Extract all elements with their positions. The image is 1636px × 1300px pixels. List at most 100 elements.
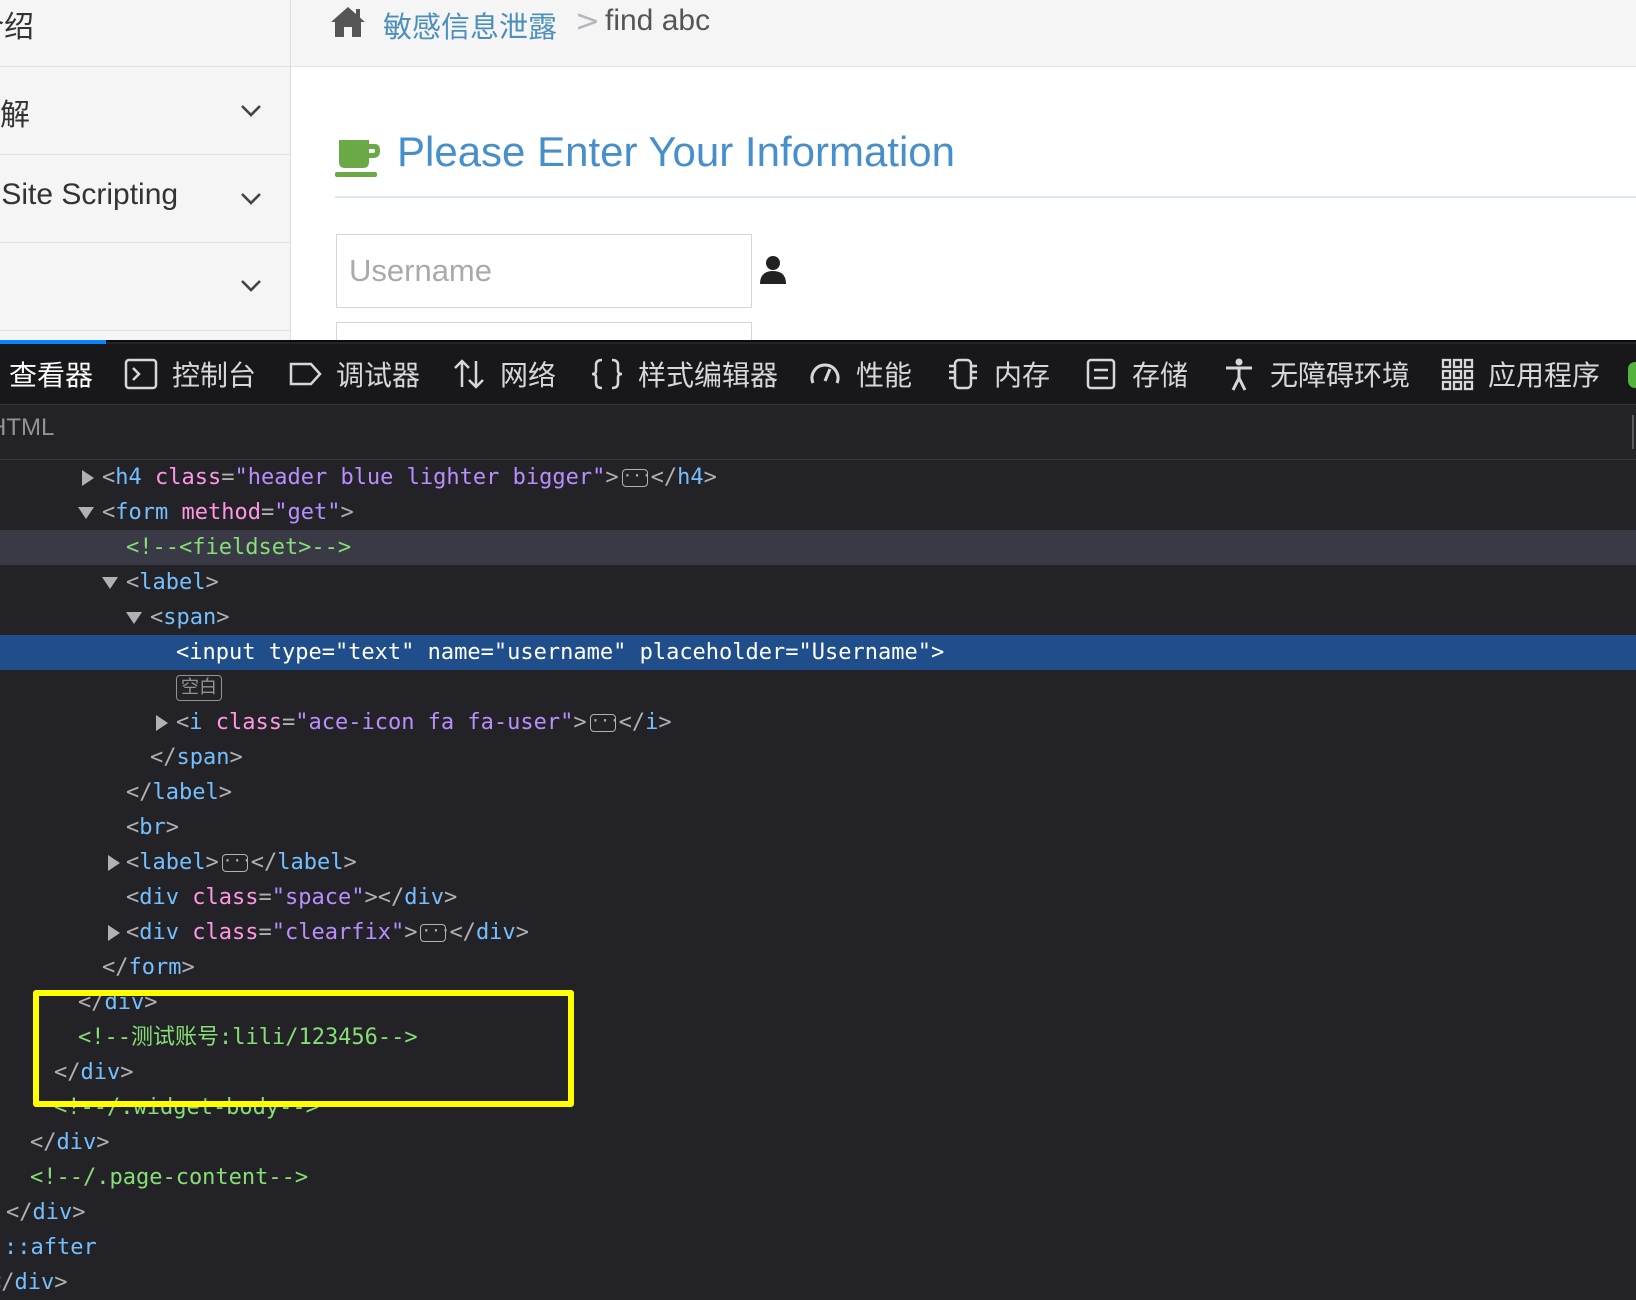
- performance-icon: [810, 363, 840, 384]
- tab-inspector[interactable]: 查看器: [9, 344, 93, 404]
- coffee-cup-icon: [335, 140, 380, 177]
- chevron-down-icon: [241, 105, 261, 117]
- attr-value: "space": [271, 885, 365, 910]
- tab-label: 网络: [500, 359, 557, 392]
- password-input[interactable]: [336, 322, 752, 340]
- sidebar: 介绍 破解 Cross-Site Scripting: [0, 0, 291, 340]
- tag-name: label: [139, 850, 206, 875]
- tab-console[interactable]: 控制台: [124, 344, 256, 404]
- collapse-toggle-icon[interactable]: [78, 507, 94, 519]
- collapsed-content-icon[interactable]: ···: [589, 713, 620, 732]
- highlight-annotation-box: [33, 990, 574, 1107]
- markup-node-div-space[interactable]: <div class="space"></div>: [0, 880, 1636, 915]
- markup-node-label[interactable]: <label>: [0, 565, 1636, 600]
- tab-network[interactable]: 网络: [452, 344, 556, 404]
- markup-node-h4[interactable]: <h4 class="header blue lighter bigger"> ·…: [0, 460, 1636, 495]
- attr-name: class: [215, 710, 282, 735]
- attr-name: class: [155, 465, 222, 490]
- sidebar-item-xss[interactable]: Cross-Site Scripting: [0, 154, 290, 243]
- panel-divider: [1632, 415, 1634, 449]
- tab-application[interactable]: 应用程序: [1440, 344, 1600, 404]
- markup-node-span-close[interactable]: </span>: [0, 740, 1636, 775]
- markup-node-div-clearfix[interactable]: <div class="clearfix"> ···</div>: [0, 915, 1636, 950]
- tag-name: span: [163, 605, 217, 630]
- chevron-down-icon: [241, 193, 261, 205]
- page-header: Please Enter Your Information: [335, 128, 1636, 198]
- inspector-search-bar[interactable]: HTML: [0, 405, 1636, 460]
- tab-storage[interactable]: 存储: [1084, 344, 1188, 404]
- markup-node-form[interactable]: <form method="get">: [0, 495, 1636, 530]
- devtools-panel: 查看器 控制台 调试器 网络 样式编辑器 性能 内存 存储 无障碍环境 应用程序…: [0, 340, 1636, 1300]
- tag-name: label: [152, 780, 219, 805]
- storage-icon: [1086, 358, 1116, 390]
- markup-node-label-2[interactable]: <label> ···</label>: [0, 845, 1636, 880]
- sidebar-item-label: 破解: [0, 99, 30, 132]
- breadcrumb-separator: >: [575, 4, 601, 39]
- tag-name: div: [475, 920, 516, 945]
- markup-node-br[interactable]: <br>: [0, 810, 1636, 845]
- markup-view: <h4 class="header blue lighter bigger"> ·…: [0, 460, 1636, 1300]
- markup-node-div-close[interactable]: </div>: [0, 1265, 1636, 1300]
- attr-value: "clearfix": [271, 920, 405, 945]
- collapsed-content-icon[interactable]: ···: [621, 468, 652, 487]
- sidebar-item-crack[interactable]: 破解: [0, 66, 290, 155]
- tag-name: div: [139, 920, 179, 945]
- markup-node-input-selected[interactable]: <input type="text" name="username" place…: [0, 635, 1636, 670]
- expand-toggle-icon[interactable]: [156, 715, 168, 731]
- tab-style-editor[interactable]: 样式编辑器: [590, 344, 778, 404]
- user-icon: [760, 256, 786, 284]
- pseudo-element: ::after: [4, 1235, 97, 1260]
- expand-toggle-icon[interactable]: [82, 470, 94, 486]
- breadcrumb-link[interactable]: 敏感信息泄露: [383, 4, 557, 46]
- webpage-viewport: 介绍 破解 Cross-Site Scripting 敏感信息泄露 > find…: [0, 0, 1636, 340]
- tag-name: i: [189, 710, 203, 735]
- markup-node-div-close[interactable]: </div>: [0, 1195, 1636, 1230]
- page-title: Please Enter Your Information: [397, 128, 956, 175]
- tab-memory[interactable]: 内存: [946, 344, 1050, 404]
- markup-node-form-close[interactable]: </form>: [0, 950, 1636, 985]
- tab-label: 性能: [856, 359, 913, 392]
- tab-debugger[interactable]: 调试器: [288, 344, 420, 404]
- markup-node-i[interactable]: <i class="ace-icon fa fa-user"> ···</i>: [0, 705, 1636, 740]
- attr-name: class: [192, 920, 259, 945]
- attr-value: "header blue lighter bigger": [234, 465, 606, 490]
- markup-node-comment-page[interactable]: <!--/.page-content-->: [0, 1160, 1636, 1195]
- comment-text: <!--<fieldset>-->: [126, 535, 352, 560]
- markup-node-comment[interactable]: <!--<fieldset>-->: [0, 530, 1636, 565]
- tab-label: 应用程序: [1488, 359, 1601, 392]
- sidebar-item-label: 介绍: [0, 11, 34, 44]
- attr-name: class: [192, 885, 259, 910]
- tab-label: 调试器: [336, 359, 421, 392]
- debugger-icon: [289, 362, 322, 386]
- collapse-toggle-icon[interactable]: [126, 612, 142, 624]
- sidebar-item-4[interactable]: [0, 242, 290, 331]
- markup-node-whitespace[interactable]: 空白: [0, 670, 1636, 705]
- overflow-tab-indicator[interactable]: [1628, 362, 1636, 388]
- username-input[interactable]: [336, 234, 752, 308]
- tab-label: 查看器: [9, 359, 94, 392]
- markup-node-div-close[interactable]: </div>: [0, 1125, 1636, 1160]
- tag-name: label: [277, 850, 344, 875]
- node-text: <input type="text" name="username" place…: [176, 640, 945, 665]
- home-icon[interactable]: [329, 5, 367, 39]
- tab-accessibility[interactable]: 无障碍环境: [1222, 344, 1410, 404]
- sidebar-item-label: Cross-Site Scripting: [0, 178, 179, 211]
- tag-name: form: [128, 955, 182, 980]
- tag-name: br: [139, 815, 166, 840]
- tab-performance[interactable]: 性能: [808, 344, 912, 404]
- expand-toggle-icon[interactable]: [108, 925, 120, 941]
- devtools-toolbar: 查看器 控制台 调试器 网络 样式编辑器 性能 内存 存储 无障碍环境 应用程序: [0, 344, 1636, 405]
- sidebar-item-intro[interactable]: 介绍: [0, 0, 290, 67]
- attr-value: "ace-icon fa fa-user": [295, 710, 574, 735]
- collapse-toggle-icon[interactable]: [102, 577, 118, 589]
- breadcrumb: 敏感信息泄露 > find abc: [291, 0, 1636, 67]
- expand-toggle-icon[interactable]: [108, 855, 120, 871]
- devtools-top-border: [0, 340, 1636, 342]
- markup-node-pseudo-after[interactable]: ::after: [0, 1230, 1636, 1265]
- markup-node-span[interactable]: <span>: [0, 600, 1636, 635]
- collapsed-content-icon[interactable]: ···: [420, 923, 450, 942]
- tag-name: div: [404, 885, 444, 910]
- tag-name: i: [645, 710, 659, 735]
- collapsed-content-icon[interactable]: ···: [221, 853, 252, 872]
- markup-node-label-close[interactable]: </label>: [0, 775, 1636, 810]
